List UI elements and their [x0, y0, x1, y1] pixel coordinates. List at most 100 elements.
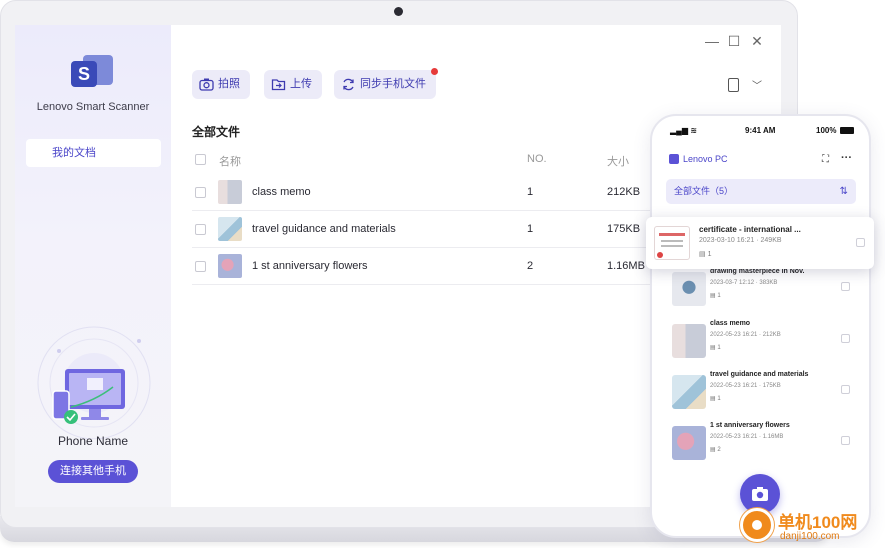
select-all-checkbox[interactable] — [195, 154, 206, 165]
file-size: 1.16MB — [607, 260, 645, 272]
sidebar-item-my-documents[interactable]: 我的文档 — [26, 139, 161, 167]
column-size: 大小 — [607, 156, 629, 168]
phone-list-item[interactable]: 1 st anniversary flowers 2022-05-23 16:2… — [672, 422, 854, 468]
phone-item-pages: ▤ 2 — [710, 447, 721, 453]
phone-item-size: 1.16MB — [762, 434, 784, 440]
page-count: 1 — [707, 251, 712, 258]
capture-button[interactable]: 拍照 — [192, 70, 250, 99]
file-thumbnail — [672, 272, 706, 306]
page-count: 1 — [717, 293, 721, 299]
table-row[interactable]: 1 st anniversary flowers 2 1.16MB — [192, 249, 662, 285]
phone-item-title: drawing masterpiece in Nov. — [710, 268, 805, 275]
column-no: NO. — [527, 153, 547, 165]
table-row[interactable]: class memo 1 212KB — [192, 175, 662, 211]
camera-icon — [199, 78, 214, 91]
phone-item-checkbox[interactable] — [841, 282, 850, 291]
watermark-title: 单机100网 — [778, 513, 858, 532]
phone-item-checkbox[interactable] — [841, 334, 850, 343]
file-size: 212KB — [607, 186, 641, 198]
row-checkbox[interactable] — [195, 187, 206, 198]
file-thumbnail — [672, 375, 706, 409]
stage: S Lenovo Smart Scanner 我的文档 Phone Name 连… — [0, 0, 885, 548]
table-header: 名称 NO. 大小 — [192, 153, 662, 173]
certificate-thumbnail — [654, 226, 690, 260]
page-count: 1 — [717, 345, 721, 351]
phone-item-size: 175KB — [762, 383, 781, 389]
file-no: 1 — [527, 186, 534, 198]
file-thumbnail — [218, 217, 242, 241]
phone-item-date: 2022-05-23 16:21 — [710, 434, 758, 440]
battery-icon — [840, 127, 854, 134]
phone-brand: Lenovo PC — [669, 154, 728, 164]
camera-icon — [752, 487, 768, 501]
phone-item-meta: 2022-05-23 16:21 · 175KB — [710, 383, 781, 389]
watermark-logo-icon — [740, 508, 774, 542]
app-name: Lenovo Smart Scanner — [36, 101, 150, 113]
capture-label: 拍照 — [218, 78, 240, 90]
sidebar: S Lenovo Smart Scanner 我的文档 Phone Name 连… — [15, 25, 171, 507]
status-time: 9:41 AM — [745, 126, 776, 135]
app-logo: S — [71, 55, 113, 89]
webcam-icon — [394, 7, 403, 16]
phone-name: Phone Name — [57, 434, 129, 448]
file-thumbnail — [218, 180, 242, 204]
file-name: travel guidance and materials — [252, 223, 396, 235]
sync-phone-files-button[interactable]: 同步手机文件 — [334, 70, 436, 99]
file-no: 2 — [527, 260, 534, 272]
phone-list-item[interactable]: travel guidance and materials 2022-05-23… — [672, 371, 854, 417]
phone-item-checkbox[interactable] — [856, 238, 865, 247]
phone-list-item[interactable]: class memo 2022-05-23 16:21 · 212KB ▤ 1 — [672, 320, 854, 366]
phone-item-size: 212KB — [762, 332, 781, 338]
upload-button[interactable]: 上传 — [264, 70, 322, 99]
phone-item-pages: ▤ 1 — [710, 345, 721, 351]
phone-device-icon[interactable] — [728, 78, 739, 92]
notification-dot — [431, 68, 438, 75]
phone-list-item[interactable]: drawing masterpiece in Nov. 2023-03-7 12… — [672, 268, 854, 314]
phone-item-date: 2022-05-23 16:21 — [710, 332, 758, 338]
row-checkbox[interactable] — [195, 224, 206, 235]
page-count: 1 — [717, 396, 721, 402]
lenovo-logo-icon — [669, 154, 679, 164]
phone-item-meta: 2022-05-23 16:21 · 212KB — [710, 332, 781, 338]
site-watermark: 单机100网 danji100.com — [740, 506, 885, 548]
table-row[interactable]: travel guidance and materials 1 175KB — [192, 212, 662, 248]
connect-phone-illustration — [37, 326, 151, 439]
more-icon[interactable]: ··· — [841, 152, 852, 164]
sync-label: 同步手机文件 — [360, 78, 426, 90]
file-name: class memo — [252, 186, 311, 198]
connect-other-phone-button[interactable]: 连接其他手机 — [48, 460, 138, 483]
minimize-icon[interactable]: — — [704, 33, 720, 49]
phone-mockup: ▂▄▆ ≋ 9:41 AM 100% Lenovo PC ⛶ ··· 全部文件（… — [650, 114, 871, 538]
file-thumbnail — [218, 254, 242, 278]
phone-brand-label: Lenovo PC — [683, 154, 728, 164]
phone-all-files-label: 全部文件（5） — [674, 186, 734, 196]
phone-item-title: travel guidance and materials — [710, 371, 809, 378]
phone-item-title: certificate - international ... — [699, 225, 801, 234]
close-icon[interactable]: ✕ — [749, 33, 765, 49]
phone-item-date: 2023-03-10 16:21 — [699, 237, 755, 244]
phone-item-meta: 2023-03-7 12:12 · 383KB — [710, 280, 778, 286]
phone-popped-item[interactable]: certificate - international ... 2023-03-… — [646, 217, 874, 269]
file-no: 1 — [527, 223, 534, 235]
scan-icon[interactable]: ⛶ — [822, 154, 829, 165]
phone-item-checkbox[interactable] — [841, 436, 850, 445]
maximize-icon[interactable]: ☐ — [726, 33, 742, 49]
phone-item-date: 2022-05-23 16:21 — [710, 383, 758, 389]
watermark-url: danji100.com — [780, 531, 840, 542]
sort-icon[interactable]: ⇅ — [840, 179, 848, 204]
sync-icon — [343, 78, 354, 91]
phone-item-checkbox[interactable] — [841, 385, 850, 394]
chevron-down-icon[interactable]: ﹀ — [752, 77, 762, 92]
file-name: 1 st anniversary flowers — [252, 260, 368, 272]
battery-level: 100% — [816, 126, 837, 135]
phone-item-size: 249KB — [760, 237, 782, 244]
section-title: 全部文件 — [192, 125, 241, 139]
phone-item-pages: ▤ 1 — [710, 293, 721, 299]
upload-folder-icon — [271, 79, 286, 91]
phone-all-files-bar[interactable]: 全部文件（5） ⇅ — [666, 179, 856, 204]
phone-item-size: 383KB — [759, 280, 778, 286]
row-checkbox[interactable] — [195, 261, 206, 272]
page-count: 2 — [717, 447, 721, 453]
file-size: 175KB — [607, 223, 641, 235]
file-thumbnail — [672, 324, 706, 358]
